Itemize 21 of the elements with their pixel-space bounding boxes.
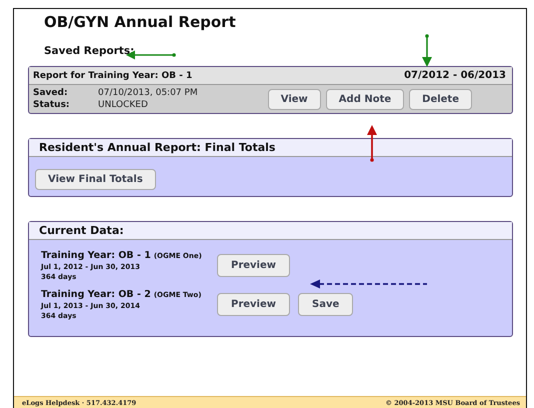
panel-title: Resident's Annual Report: Final Totals bbox=[39, 141, 276, 154]
annotation-arrow bbox=[422, 34, 432, 67]
field-label: Saved: bbox=[33, 88, 69, 98]
training-year: Training Year: OB - 1 bbox=[41, 250, 151, 261]
report-title: Report for Training Year: OB - 1 bbox=[33, 70, 192, 80]
report-button[interactable]: View bbox=[268, 88, 321, 110]
year-button[interactable]: Save bbox=[298, 293, 354, 316]
section-heading: Saved Reports: bbox=[44, 45, 134, 57]
panel-title: Current Data: bbox=[39, 224, 124, 237]
report-button[interactable]: Delete bbox=[409, 88, 472, 110]
annotation-arrow bbox=[367, 125, 377, 162]
training-year: Training Year: OB - 2 bbox=[41, 289, 151, 300]
page-title: OB/GYN Annual Report bbox=[44, 13, 236, 31]
view-final-totals-button[interactable]: View Final Totals bbox=[35, 169, 156, 190]
year-button[interactable]: Preview bbox=[217, 254, 290, 277]
field-value: UNLOCKED bbox=[98, 100, 149, 110]
report-button[interactable]: Add Note bbox=[326, 88, 404, 110]
year-button[interactable]: Preview bbox=[217, 293, 290, 316]
field-value: 07/10/2013, 05:07 PM bbox=[98, 88, 199, 98]
field-label: Status: bbox=[33, 100, 71, 110]
report-period: 07/2012 - 06/2013 bbox=[404, 70, 506, 81]
